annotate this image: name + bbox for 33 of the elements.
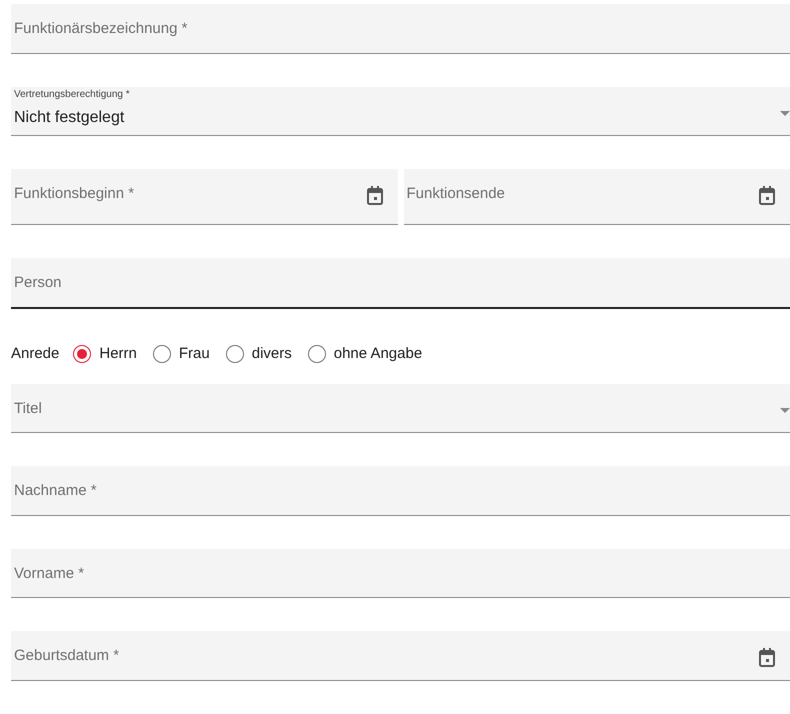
radio-option[interactable]: Herrn: [73, 344, 137, 363]
date-field[interactable]: Funktionsende: [404, 169, 790, 226]
field-label: Vertretungsberechtigung *: [14, 88, 130, 100]
date-field[interactable]: Funktionsbeginn *: [11, 169, 398, 226]
calendar-icon[interactable]: [758, 186, 776, 206]
field-value: Nicht festgelegt: [14, 108, 124, 127]
select-field[interactable]: Vertretungsberechtigung * Nicht festgelegt: [11, 86, 790, 136]
input-field[interactable]: Funktionärsbezeichnung *: [11, 4, 790, 54]
radio-button[interactable]: [226, 344, 244, 363]
field-label: Person: [14, 274, 62, 292]
calendar-icon[interactable]: [758, 648, 776, 668]
select-field[interactable]: Titel: [11, 384, 790, 434]
field-label: Funktionsende: [406, 185, 505, 202]
input-field[interactable]: Nachname *: [11, 466, 790, 516]
input-field[interactable]: Person: [11, 258, 790, 309]
calendar-icon[interactable]: [366, 186, 384, 206]
dropdown-arrow-icon[interactable]: [780, 408, 790, 413]
radio-button[interactable]: [73, 344, 92, 363]
radio-option[interactable]: divers: [226, 344, 292, 363]
field-label: Nachname *: [14, 482, 97, 500]
field-label: Vorname *: [14, 564, 84, 582]
radio-option[interactable]: Frau: [152, 344, 210, 363]
input-field[interactable]: Vorname *: [11, 548, 790, 598]
field-label: Funktionärsbezeichnung *: [14, 20, 188, 37]
field-label: Titel: [14, 400, 42, 417]
radio-button[interactable]: [308, 344, 326, 363]
radio-group-label: Anrede: [11, 345, 60, 362]
field-label: Geburtsdatum *: [14, 647, 120, 664]
dropdown-arrow-icon[interactable]: [780, 110, 790, 116]
radio-option[interactable]: ohne Angabe: [308, 344, 422, 363]
radio-button[interactable]: [152, 344, 171, 363]
field-label: Funktionsbeginn *: [14, 185, 134, 202]
date-field[interactable]: Geburtsdatum *: [11, 631, 790, 682]
